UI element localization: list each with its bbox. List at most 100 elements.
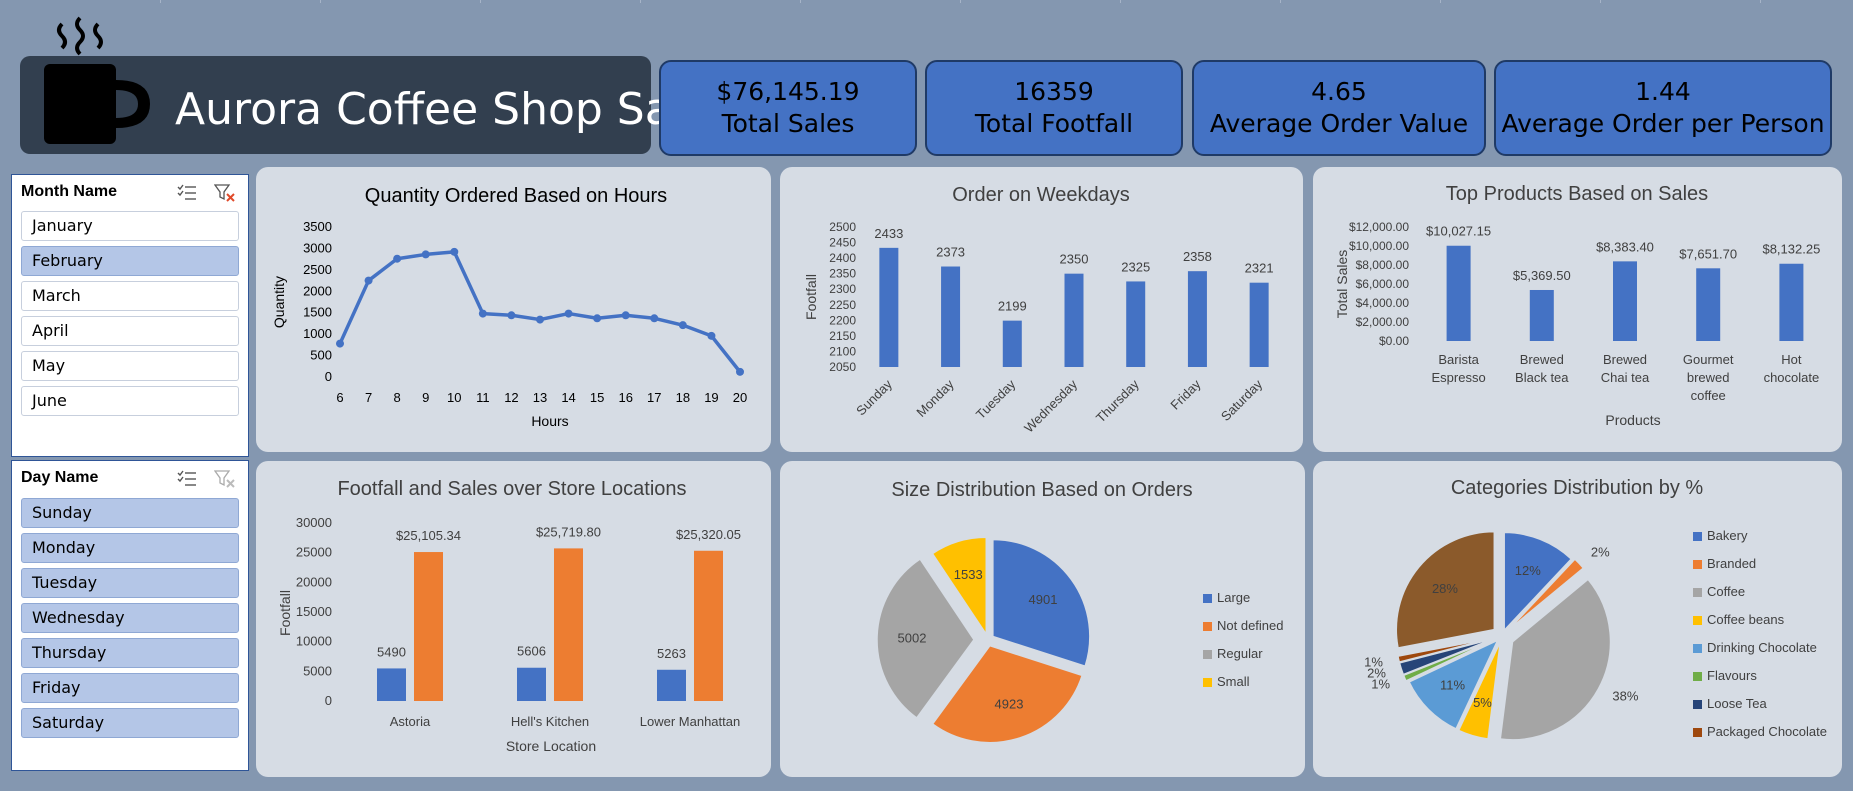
x-tick-label: Black tea xyxy=(1515,370,1569,385)
bar xyxy=(1613,261,1637,341)
kpi-total-footfall: 16359 Total Footfall xyxy=(925,60,1183,156)
multi-select-icon[interactable] xyxy=(176,469,198,489)
x-tick-label: Brewed xyxy=(1520,352,1564,367)
slicer-item-monday[interactable]: Monday xyxy=(21,533,239,563)
bar xyxy=(1126,281,1146,367)
x-tick-label: 19 xyxy=(704,390,718,405)
y-tick-label: 2450 xyxy=(829,236,856,250)
x-axis-label: Products xyxy=(1605,412,1660,428)
kpi-value: 4.65 xyxy=(1311,77,1367,106)
data-label: 1% xyxy=(1364,655,1383,670)
data-label: 5606 xyxy=(517,644,546,659)
y-tick-label: 2500 xyxy=(829,220,856,234)
bar xyxy=(1187,271,1207,367)
legend-label: Packaged Chocolate xyxy=(1707,724,1827,739)
slicer-item-saturday[interactable]: Saturday xyxy=(21,708,239,738)
legend-swatch xyxy=(1693,532,1702,541)
y-tick-label: 3500 xyxy=(303,219,332,234)
y-axis-label: Footfall xyxy=(277,590,293,636)
x-tick-label: 8 xyxy=(394,390,401,405)
slicer-item-thursday[interactable]: Thursday xyxy=(21,638,239,668)
legend-label: Drinking Chocolate xyxy=(1707,640,1817,655)
data-label: $8,132.25 xyxy=(1762,242,1820,257)
bar xyxy=(517,667,546,701)
clear-filter-icon[interactable] xyxy=(214,469,236,489)
data-label: 5002 xyxy=(898,630,927,645)
y-tick-label: $10,000.00 xyxy=(1349,239,1409,253)
kpi-label: Total Footfall xyxy=(974,109,1134,138)
data-point xyxy=(536,315,544,324)
slicer-item-tuesday[interactable]: Tuesday xyxy=(21,568,239,598)
slicer-item-june[interactable]: June xyxy=(21,386,239,416)
data-label: 5490 xyxy=(377,644,406,659)
data-label: 38% xyxy=(1612,689,1638,704)
data-label: 2199 xyxy=(998,299,1027,314)
multi-select-icon[interactable] xyxy=(176,183,198,203)
bar xyxy=(941,266,961,367)
y-axis-label: Quantity xyxy=(271,276,287,328)
chart-title: Footfall and Sales over Store Locations xyxy=(337,478,686,500)
data-label: 2350 xyxy=(1060,252,1089,267)
legend-swatch xyxy=(1693,588,1702,597)
bar xyxy=(414,552,443,701)
weekday-bar-chart: Order on Weekdays 2050 2100 2150 2200 2250 230… xyxy=(780,167,1303,452)
x-tick-label: Saturday xyxy=(1218,376,1266,424)
data-point xyxy=(364,276,373,285)
data-point xyxy=(736,367,744,376)
x-tick-label: Sunday xyxy=(853,376,895,418)
x-tick-label: Gourmet xyxy=(1683,352,1734,367)
chart-title: Order on Weekdays xyxy=(952,184,1130,206)
coffee-cup-icon xyxy=(44,16,150,144)
slicer-item-february[interactable]: February xyxy=(21,246,239,276)
legend-swatch xyxy=(1693,728,1702,737)
slicer-item-april[interactable]: April xyxy=(21,316,239,346)
data-point xyxy=(593,314,602,323)
x-tick-label: 10 xyxy=(447,390,461,405)
kpi-label: Total Sales xyxy=(721,109,855,138)
x-tick-label: Hell's Kitchen xyxy=(511,714,589,729)
y-tick-label: $4,000.00 xyxy=(1356,296,1410,310)
data-label: 2325 xyxy=(1121,259,1150,274)
chart-title: Size Distribution Based on Orders xyxy=(891,479,1192,501)
legend-swatch xyxy=(1693,560,1702,569)
data-label: $25,719.80 xyxy=(536,524,601,539)
y-tick-label: 2300 xyxy=(829,282,856,296)
data-label: 12% xyxy=(1515,563,1541,578)
y-axis-label: Total Sales xyxy=(1334,250,1350,318)
month-slicer: Month Name January February March April … xyxy=(11,174,249,457)
data-label: 5263 xyxy=(657,646,686,661)
y-tick-label: 2250 xyxy=(829,298,856,312)
day-slicer: Day Name Sunday Monday Tuesday Wednesday… xyxy=(11,460,249,771)
slicer-item-wednesday[interactable]: Wednesday xyxy=(21,603,239,633)
data-label: 11% xyxy=(1440,677,1465,692)
data-point xyxy=(507,311,516,320)
slicer-item-friday[interactable]: Friday xyxy=(21,673,239,703)
slicer-item-sunday[interactable]: Sunday xyxy=(21,498,239,528)
y-tick-label: 3000 xyxy=(303,240,332,255)
bar xyxy=(554,548,583,701)
legend-swatch xyxy=(1693,700,1702,709)
kpi-average-order-value: 4.65 Average Order Value xyxy=(1192,60,1486,156)
x-tick-label: Astoria xyxy=(390,714,431,729)
bar xyxy=(1446,245,1471,341)
legend-swatch xyxy=(1203,622,1212,631)
legend-label: Coffee xyxy=(1707,584,1745,599)
x-tick-label: 20 xyxy=(733,390,747,405)
y-tick-label: $8,000.00 xyxy=(1356,258,1410,272)
data-label: $10,027.15 xyxy=(1426,224,1491,239)
chart-title: Top Products Based on Sales xyxy=(1446,183,1708,205)
y-tick-label: 2150 xyxy=(829,329,856,343)
data-label: $25,105.34 xyxy=(396,528,461,543)
y-tick-label: 2350 xyxy=(829,267,856,281)
slicer-item-january[interactable]: January xyxy=(21,211,239,241)
data-label: $7,651.70 xyxy=(1679,246,1737,261)
data-label: 28% xyxy=(1432,581,1458,596)
data-label: 4923 xyxy=(995,697,1024,712)
slicer-item-may[interactable]: May xyxy=(21,351,239,381)
legend-label: Large xyxy=(1217,590,1250,605)
bar xyxy=(377,668,406,701)
x-tick-label: 16 xyxy=(618,390,632,405)
clear-filter-icon[interactable] xyxy=(214,183,236,203)
y-tick-label: 25000 xyxy=(296,545,332,560)
slicer-item-march[interactable]: March xyxy=(21,281,239,311)
